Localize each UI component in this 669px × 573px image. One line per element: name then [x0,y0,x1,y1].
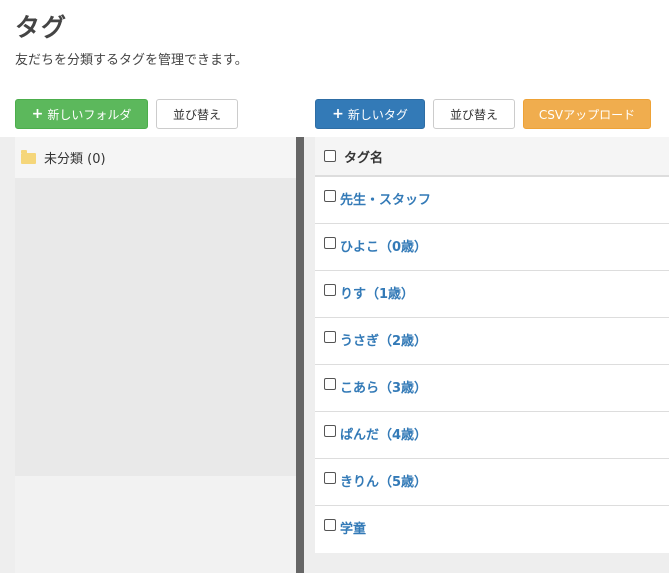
tag-name-link[interactable]: きりん（5歳） [340,471,427,490]
tag-checkbox[interactable] [324,237,336,249]
tag-name-link[interactable]: りす（1歳） [340,283,414,302]
csv-upload-button[interactable]: CSVアップロード [523,99,651,129]
tag-name-link[interactable]: うさぎ（2歳） [340,330,427,349]
table-row: うさぎ（2歳） [315,318,669,365]
tag-checkbox[interactable] [324,331,336,343]
new-tag-button[interactable]: + 新しいタグ [315,99,425,129]
folder-item-uncategorized[interactable]: 未分類 (0) [15,137,296,178]
tag-checkbox[interactable] [324,284,336,296]
folder-panel: 未分類 (0) [15,137,296,573]
select-all-checkbox[interactable] [324,150,336,162]
page-description: 友だちを分類するタグを管理できます。 [15,53,248,68]
tag-list: 先生・スタッフ ひよこ（0歳） りす（1歳） うさぎ（2歳） こあら（3歳） ぱ… [315,177,669,553]
table-row: ぱんだ（4歳） [315,412,669,459]
table-row: 先生・スタッフ [315,177,669,224]
folder-item-label: 未分類 (0) [44,152,106,167]
plus-icon: + [31,106,44,122]
tag-checkbox[interactable] [324,519,336,531]
new-tag-label: 新しいタグ [347,107,408,122]
folder-sort-button[interactable]: 並び替え [156,99,238,129]
new-folder-label: 新しいフォルダ [47,107,132,122]
panel-resize-handle[interactable] [296,137,304,573]
tag-name-link[interactable]: ひよこ（0歳） [340,236,427,255]
tag-name-column-header: タグ名 [344,150,384,166]
tag-table-header: タグ名 [315,137,669,177]
tag-checkbox[interactable] [324,472,336,484]
tag-name-link[interactable]: 学童 [340,518,366,537]
tag-checkbox[interactable] [324,378,336,390]
tag-sort-button[interactable]: 並び替え [433,99,515,129]
csv-upload-label: CSVアップロード [538,107,636,122]
folder-sort-label: 並び替え [172,107,221,122]
table-row: りす（1歳） [315,271,669,318]
tag-panel: タグ名 先生・スタッフ ひよこ（0歳） りす（1歳） うさぎ（2歳） こあら（3… [315,137,669,553]
tag-name-link[interactable]: こあら（3歳） [340,377,427,396]
tag-name-link[interactable]: ぱんだ（4歳） [340,424,427,443]
table-row: こあら（3歳） [315,365,669,412]
table-row: 学童 [315,506,669,553]
tag-name-link[interactable]: 先生・スタッフ [340,189,431,208]
plus-icon: + [332,106,344,122]
table-row: ひよこ（0歳） [315,224,669,271]
tag-checkbox[interactable] [324,190,336,202]
page-title: タグ [15,13,68,42]
table-row: きりん（5歳） [315,459,669,506]
new-folder-button[interactable]: + 新しいフォルダ [15,99,148,129]
tag-sort-label: 並び替え [449,107,498,122]
folder-drop-zone [15,178,296,476]
tag-checkbox[interactable] [324,425,336,437]
folder-icon [21,150,36,164]
